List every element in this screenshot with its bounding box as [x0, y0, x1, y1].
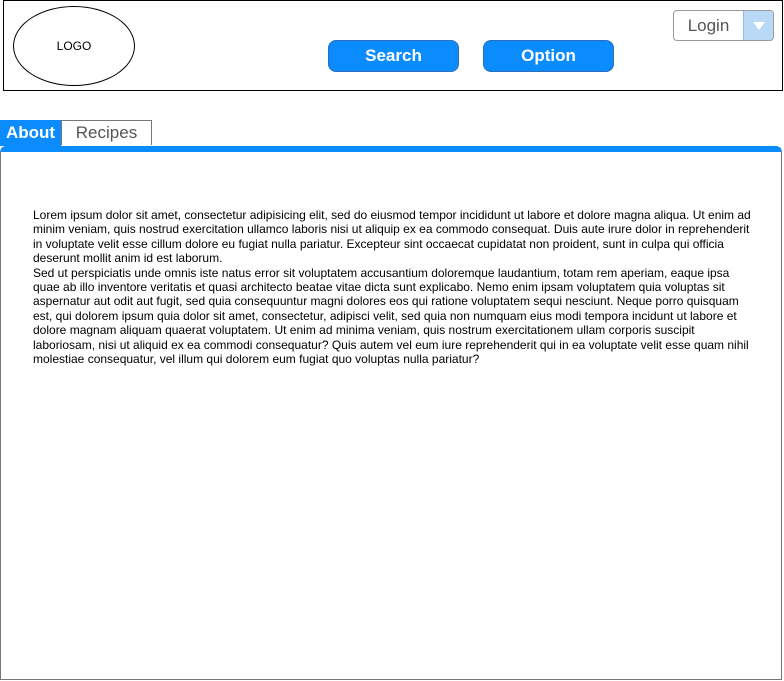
login-label: Login: [687, 15, 730, 35]
option-button-label: Option: [521, 46, 576, 65]
about-paragraph-2: Sed ut perspiciatis unde omnis iste natu…: [33, 265, 749, 367]
tab-recipes[interactable]: Recipes: [61, 120, 152, 145]
option-button[interactable]: Option: [483, 40, 614, 72]
chevron-down-icon[interactable]: [743, 11, 773, 40]
login-dropdown[interactable]: Login: [673, 10, 774, 41]
logo[interactable]: LOGO: [13, 6, 135, 86]
about-paragraph-1: Lorem ipsum dolor sit amet, consectetur …: [33, 208, 751, 266]
tab-bar: About Recipes: [0, 120, 152, 146]
logo-text: LOGO: [56, 39, 92, 53]
about-panel: Lorem ipsum dolor sit amet, consectetur …: [0, 146, 782, 680]
tab-about-label: About: [5, 123, 56, 142]
tab-about[interactable]: About: [0, 120, 61, 146]
search-button-label: Search: [365, 46, 422, 65]
search-button[interactable]: Search: [328, 40, 459, 72]
about-text: Lorem ipsum dolor sit amet, consectetur …: [33, 208, 755, 366]
tab-recipes-label: Recipes: [75, 123, 138, 142]
header: LOGO Search Option Login: [3, 0, 783, 91]
